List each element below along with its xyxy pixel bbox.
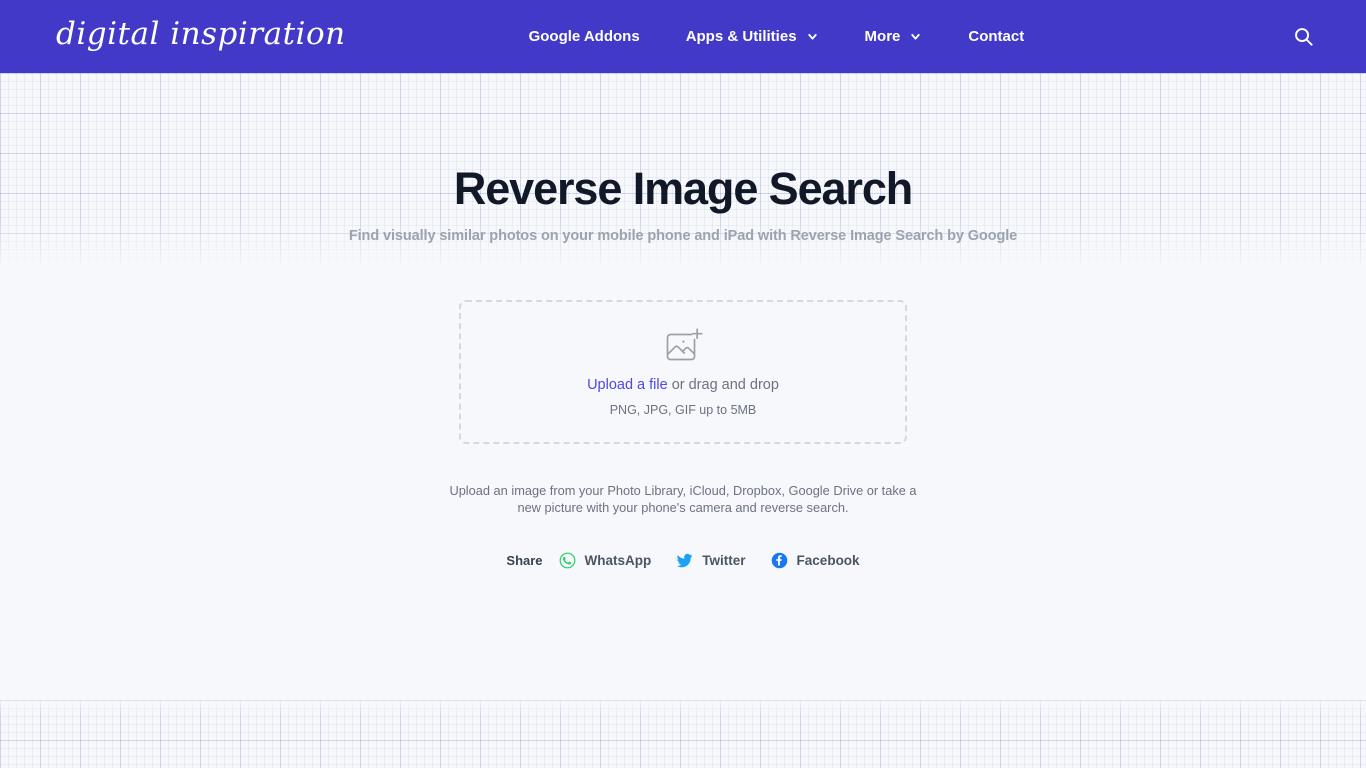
nav-item-label: Google Addons [528,28,640,45]
share-item-label: WhatsApp [584,553,652,569]
share-item-label: Facebook [796,553,860,569]
search-button[interactable] [1286,20,1320,54]
site-logo[interactable]: digital inspiration [56,18,346,55]
nav-item-more[interactable]: More [865,20,923,53]
main-content: Reverse Image Search Find visually simil… [0,73,1366,569]
file-dropzone[interactable]: Upload a file or drag and drop PNG, JPG,… [459,300,907,445]
site-header: digital inspiration Google Addons Apps &… [0,0,1366,73]
nav-item-contact[interactable]: Contact [968,20,1024,53]
nav-item-label: More [864,28,901,45]
whatsapp-icon [559,552,576,569]
share-facebook-button[interactable]: Facebook [771,552,860,569]
share-label: Share [506,553,543,569]
page-subtitle: Find visually similar photos on your mob… [348,228,1018,245]
share-twitter-button[interactable]: Twitter [676,552,746,569]
grid-background-bottom [0,700,1366,768]
twitter-icon [676,552,693,569]
search-icon [1292,25,1315,48]
page-title: Reverse Image Search [453,163,913,214]
dropzone-rest-text: or drag and drop [667,377,779,394]
dropzone-file-hint: PNG, JPG, GIF up to 5MB [609,403,757,418]
facebook-icon [771,552,788,569]
help-text: Upload an image from your Photo Library,… [449,483,917,516]
image-plus-icon [663,327,703,365]
nav-item-google-addons[interactable]: Google Addons [529,20,640,53]
main-navigation: Google Addons Apps & Utilities More Cont… [529,20,1025,53]
chevron-down-icon [909,30,922,43]
share-whatsapp-button[interactable]: WhatsApp [559,552,652,569]
share-row: Share WhatsApp Twitter Facebook [0,552,1366,569]
nav-item-apps-and-utilities[interactable]: Apps & Utilities [686,20,819,53]
dropzone-primary-text: Upload a file or drag and drop [587,376,779,395]
section-divider [0,700,1366,701]
nav-item-label: Apps & Utilities [685,28,797,45]
upload-a-file-link[interactable]: Upload a file [587,377,668,393]
nav-item-label: Contact [968,28,1025,45]
share-item-label: Twitter [702,553,746,569]
chevron-down-icon [806,30,819,43]
